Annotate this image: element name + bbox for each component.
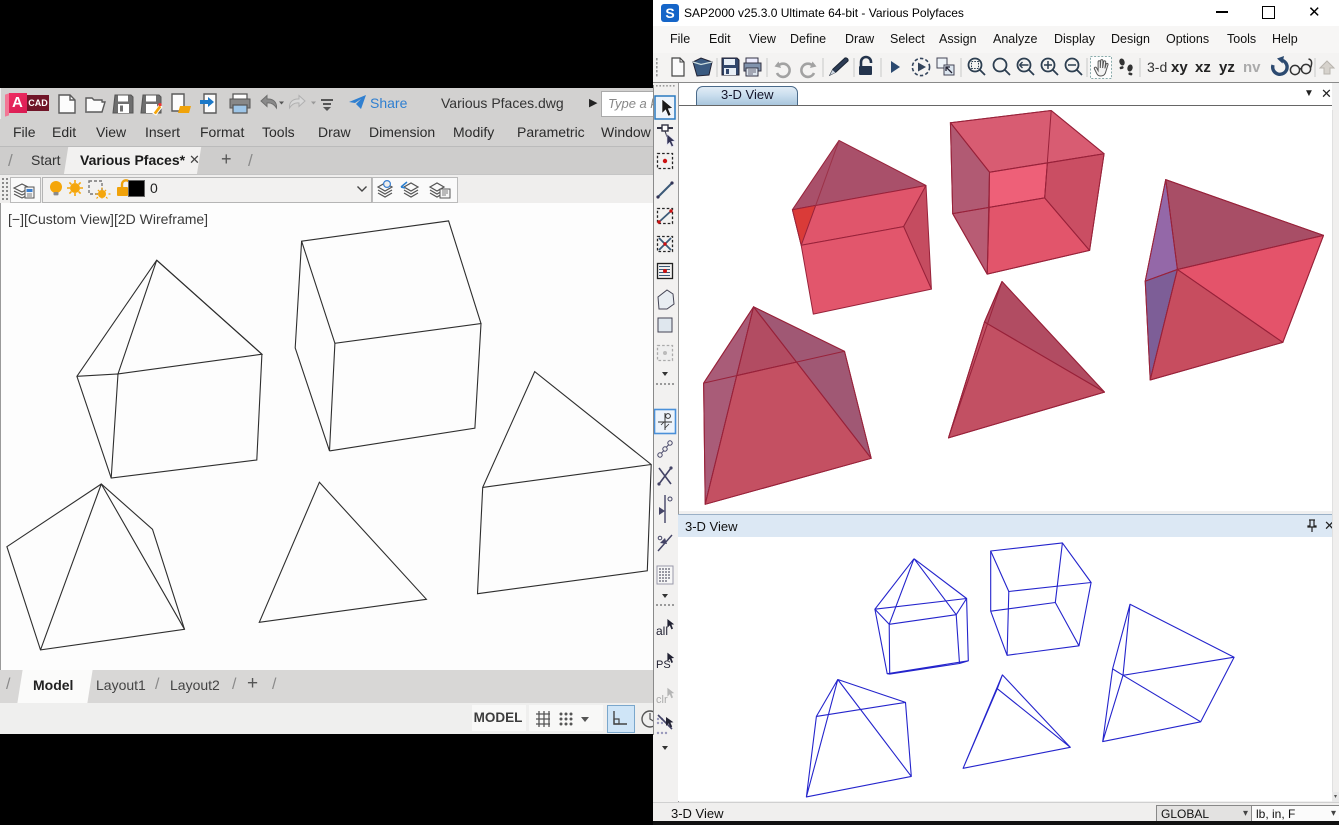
svg-text:yz: yz <box>1219 59 1235 76</box>
svg-text:nv: nv <box>1243 59 1261 76</box>
svg-text:clr: clr <box>656 694 668 706</box>
svg-text:all: all <box>656 624 668 638</box>
svg-text:xz: xz <box>1195 59 1211 76</box>
svg-text:PS: PS <box>656 659 671 671</box>
svg-text:3-d: 3-d <box>1147 59 1167 75</box>
svg-text:xy: xy <box>1171 59 1188 76</box>
